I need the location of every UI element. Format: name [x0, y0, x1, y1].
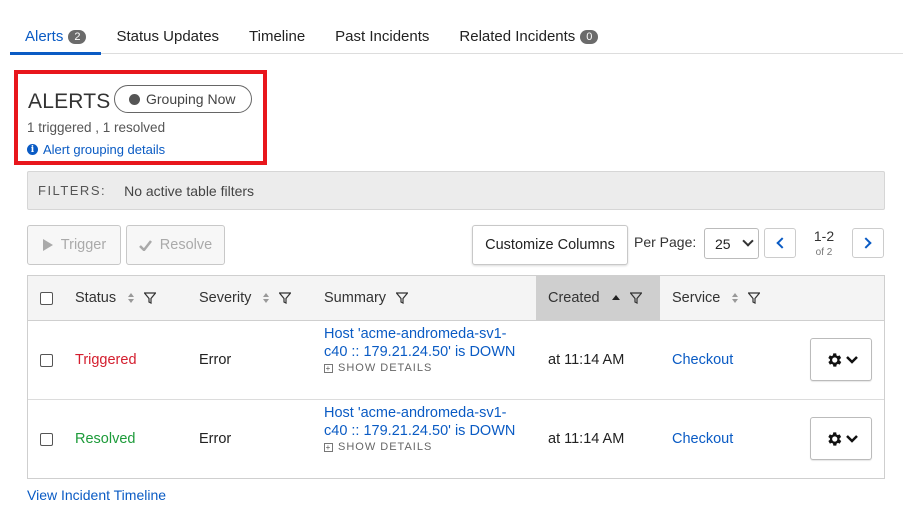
row-actions-button[interactable]	[810, 338, 872, 381]
sort-icon	[128, 293, 135, 303]
column-header-created[interactable]: Created	[536, 276, 660, 320]
status-dot-icon	[129, 93, 140, 105]
filter-icon[interactable]	[629, 292, 642, 304]
created-cell: at 11:14 AM	[548, 431, 625, 447]
filter-icon[interactable]	[279, 292, 292, 304]
tab-bar: Alerts 2 Status Updates Timeline Past In…	[10, 20, 903, 55]
tab-status-updates-label: Status Updates	[116, 28, 220, 45]
sort-icon	[732, 293, 739, 303]
page-of: of 2	[815, 247, 833, 258]
next-page-button[interactable]	[852, 228, 884, 258]
column-header-service-label: Service	[672, 290, 721, 306]
select-all-checkbox[interactable]	[40, 292, 53, 305]
tab-status-updates[interactable]: Status Updates	[101, 20, 234, 53]
sort-icon	[263, 293, 270, 303]
filter-icon[interactable]	[748, 292, 761, 304]
tab-alerts[interactable]: Alerts 2	[10, 20, 102, 55]
filters-label: FILTERS:	[38, 183, 107, 198]
show-details-label: SHOW DETAILS	[338, 441, 433, 453]
column-header-severity-label: Severity	[199, 290, 252, 306]
column-header-status[interactable]: Status	[75, 276, 157, 320]
summary-cell: Host 'acme-andromeda-sv1- c40 :: 179.21.…	[324, 404, 524, 453]
tab-alerts-badge: 2	[68, 29, 87, 44]
filter-icon[interactable]	[396, 292, 409, 304]
page-range: 1-2	[813, 228, 835, 244]
per-page-select[interactable]: 25	[704, 228, 759, 259]
summary-line-1: Host 'acme-andromeda-sv1-	[324, 326, 507, 342]
gear-icon	[827, 352, 841, 367]
show-details-toggle[interactable]: + SHOW DETAILS	[324, 362, 524, 374]
alert-counts: 1 triggered , 1 resolved	[27, 120, 166, 135]
info-icon: i	[27, 144, 38, 155]
expand-plus-icon: +	[324, 442, 333, 452]
per-page-value: 25	[715, 235, 731, 252]
column-header-summary-label: Summary	[324, 290, 387, 306]
summary-line-2: c40 :: 179.21.24.50' is DOWN	[324, 344, 516, 360]
service-link[interactable]: Checkout	[672, 431, 733, 447]
alerts-header-highlight: ALERTS Grouping Now 1 triggered , 1 reso…	[14, 70, 267, 165]
grouping-status-label: Grouping Now	[146, 91, 236, 107]
filters-value: No active table filters	[124, 182, 255, 199]
row-checkbox[interactable]	[40, 433, 53, 446]
table-row: Resolved Error Host 'acme-andromeda-sv1-…	[28, 400, 884, 479]
table-header: Status Severity Summary Created Service	[28, 276, 884, 321]
tab-related-incidents[interactable]: Related Incidents 0	[444, 20, 613, 53]
resolve-button[interactable]: Resolve	[126, 225, 225, 265]
play-icon	[42, 239, 53, 251]
grouping-status-badge: Grouping Now	[114, 85, 252, 113]
sort-ascending-icon	[611, 294, 620, 302]
column-header-service[interactable]: Service	[672, 276, 761, 320]
alert-grouping-details-label: Alert grouping details	[43, 142, 166, 157]
chevron-left-icon	[776, 237, 788, 249]
chevron-down-icon	[845, 355, 858, 364]
tab-related-incidents-badge: 0	[580, 29, 599, 44]
severity-cell: Error	[199, 352, 232, 368]
severity-cell: Error	[199, 431, 232, 447]
chevron-right-icon	[860, 237, 872, 249]
column-header-status-label: Status	[75, 290, 117, 306]
tab-past-incidents[interactable]: Past Incidents	[320, 20, 444, 53]
column-header-summary[interactable]: Summary	[324, 276, 409, 320]
resolve-button-label: Resolve	[159, 237, 213, 253]
gear-icon	[827, 431, 841, 446]
alerts-title: ALERTS	[28, 90, 111, 113]
tab-related-incidents-label: Related Incidents	[459, 28, 576, 45]
tab-timeline-label: Timeline	[249, 28, 306, 45]
per-page-label: Per Page:	[634, 234, 697, 250]
filter-icon[interactable]	[144, 292, 157, 304]
show-details-toggle[interactable]: + SHOW DETAILS	[324, 441, 524, 453]
trigger-button[interactable]: Trigger	[27, 225, 121, 265]
table-row: Triggered Error Host 'acme-andromeda-sv1…	[28, 321, 884, 400]
tab-past-incidents-label: Past Incidents	[335, 28, 430, 45]
column-header-severity[interactable]: Severity	[199, 276, 292, 320]
chevron-down-icon	[742, 235, 754, 247]
alert-grouping-details-link[interactable]: i Alert grouping details	[27, 142, 165, 157]
summary-line-1: Host 'acme-andromeda-sv1-	[324, 405, 507, 421]
created-cell: at 11:14 AM	[548, 352, 625, 368]
tab-timeline[interactable]: Timeline	[234, 20, 320, 53]
summary-link[interactable]: Host 'acme-andromeda-sv1- c40 :: 179.21.…	[324, 325, 524, 361]
status-triggered: Triggered	[75, 352, 137, 368]
status-resolved: Resolved	[75, 431, 136, 447]
customize-columns-button[interactable]: Customize Columns	[472, 225, 628, 265]
trigger-button-label: Trigger	[60, 237, 107, 253]
summary-link[interactable]: Host 'acme-andromeda-sv1- c40 :: 179.21.…	[324, 404, 524, 440]
row-checkbox[interactable]	[40, 354, 53, 367]
expand-plus-icon: +	[324, 363, 333, 373]
summary-cell: Host 'acme-andromeda-sv1- c40 :: 179.21.…	[324, 325, 524, 374]
chevron-down-icon	[845, 434, 858, 443]
filters-bar: FILTERS: No active table filters	[27, 171, 885, 210]
summary-line-2: c40 :: 179.21.24.50' is DOWN	[324, 423, 516, 439]
previous-page-button[interactable]	[764, 228, 796, 258]
service-link[interactable]: Checkout	[672, 352, 733, 368]
customize-columns-label: Customize Columns	[485, 237, 615, 253]
column-header-created-label: Created	[548, 290, 600, 306]
show-details-label: SHOW DETAILS	[338, 362, 433, 374]
row-actions-button[interactable]	[810, 417, 872, 460]
view-incident-timeline-link[interactable]: View Incident Timeline	[27, 487, 166, 503]
checkmark-icon	[138, 239, 152, 251]
alerts-table: Status Severity Summary Created Service …	[27, 275, 885, 479]
tab-alerts-label: Alerts	[25, 28, 64, 45]
